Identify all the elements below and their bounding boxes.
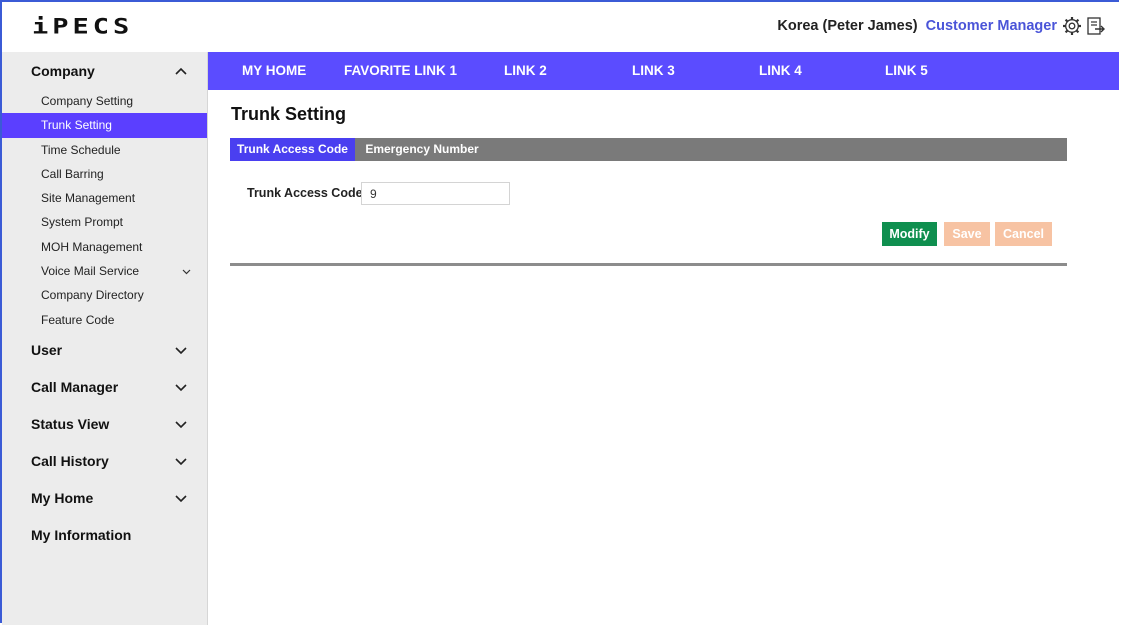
nav-link-3[interactable]: LINK 3 xyxy=(632,52,675,90)
cancel-button[interactable]: Cancel xyxy=(995,222,1052,246)
sidebar-group-my-home[interactable]: My Home xyxy=(2,480,207,517)
sidebar-group-label: Call Manager xyxy=(31,379,119,396)
chevron-up-icon[interactable] xyxy=(174,66,188,76)
gear-icon[interactable] xyxy=(1061,15,1083,37)
sidebar-group-status-view[interactable]: Status View xyxy=(2,406,207,443)
sidebar-group-label: Status View xyxy=(31,416,110,433)
sidebar-item-system-prompt[interactable]: System Prompt xyxy=(2,210,207,234)
field-label-text: Trunk Access Code xyxy=(247,186,363,200)
sidebar-item-feature-code[interactable]: Feature Code xyxy=(2,308,207,332)
nav-link-2[interactable]: LINK 2 xyxy=(504,52,547,90)
sidebar-group-label: Call History xyxy=(31,453,109,470)
sidebar-item-call-barring[interactable]: Call Barring xyxy=(2,162,207,186)
user-role-link[interactable]: Customer Manager xyxy=(926,18,1057,34)
sidebar-item-company-directory[interactable]: Company Directory xyxy=(2,283,207,307)
sidebar-group-my-information[interactable]: My Information xyxy=(2,517,207,554)
nav-favorite-link-1[interactable]: FAVORITE LINK 1 xyxy=(344,52,457,90)
nav-link-4[interactable]: LINK 4 xyxy=(759,52,802,90)
tab-trunk-access-code[interactable]: Trunk Access Code xyxy=(230,138,355,161)
tab-bar: Trunk Access Code Emergency Number xyxy=(230,138,1067,161)
nav-my-home[interactable]: MY HOME xyxy=(242,52,306,90)
modify-button[interactable]: Modify xyxy=(882,222,937,246)
logo: iPECS xyxy=(32,14,134,40)
section-divider xyxy=(230,263,1067,266)
chevron-down-icon[interactable] xyxy=(174,345,188,355)
top-nav: MY HOME FAVORITE LINK 1 LINK 2 LINK 3 LI… xyxy=(208,52,1119,90)
sidebar-item-site-management[interactable]: Site Management xyxy=(2,186,207,210)
tab-emergency-number[interactable]: Emergency Number xyxy=(357,138,487,161)
sidebar: Company Company Setting Trunk Setting Ti… xyxy=(2,52,208,625)
sidebar-group-label: User xyxy=(31,342,63,359)
sidebar-group-label: My Home xyxy=(31,490,94,507)
chevron-down-icon[interactable] xyxy=(174,456,188,466)
chevron-down-icon[interactable] xyxy=(182,268,191,275)
trunk-access-code-input[interactable] xyxy=(361,182,510,205)
sidebar-item-voice-mail-service[interactable]: Voice Mail Service xyxy=(2,259,207,283)
chevron-down-icon[interactable] xyxy=(174,382,188,392)
page-title: Trunk Setting xyxy=(231,104,347,124)
sidebar-item-label: Voice Mail Service xyxy=(41,264,140,279)
save-button[interactable]: Save xyxy=(944,222,990,246)
sidebar-item-time-schedule[interactable]: Time Schedule xyxy=(2,138,207,162)
sidebar-group-call-history[interactable]: Call History xyxy=(2,443,207,480)
user-info: Korea (Peter James) Customer Manager xyxy=(777,18,1057,34)
trunk-access-code-label: Trunk Access Code* xyxy=(247,186,370,200)
sidebar-group-company[interactable]: Company xyxy=(2,52,207,89)
chevron-down-icon[interactable] xyxy=(174,493,188,503)
sidebar-group-call-manager[interactable]: Call Manager xyxy=(2,369,207,406)
header: iPECS Korea (Peter James) Customer Manag… xyxy=(2,2,1119,50)
sidebar-group-user[interactable]: User xyxy=(2,332,207,369)
sidebar-item-trunk-setting[interactable]: Trunk Setting xyxy=(2,113,207,138)
sidebar-group-label: My Information xyxy=(31,527,132,544)
logout-icon[interactable] xyxy=(1085,15,1107,37)
chevron-down-icon[interactable] xyxy=(174,419,188,429)
sidebar-item-company-setting[interactable]: Company Setting xyxy=(2,89,207,113)
company-name: Korea (Peter James) xyxy=(777,18,918,34)
nav-link-5[interactable]: LINK 5 xyxy=(885,52,928,90)
sidebar-group-label: Company xyxy=(31,62,95,79)
sidebar-item-moh-management[interactable]: MOH Management xyxy=(2,235,207,259)
